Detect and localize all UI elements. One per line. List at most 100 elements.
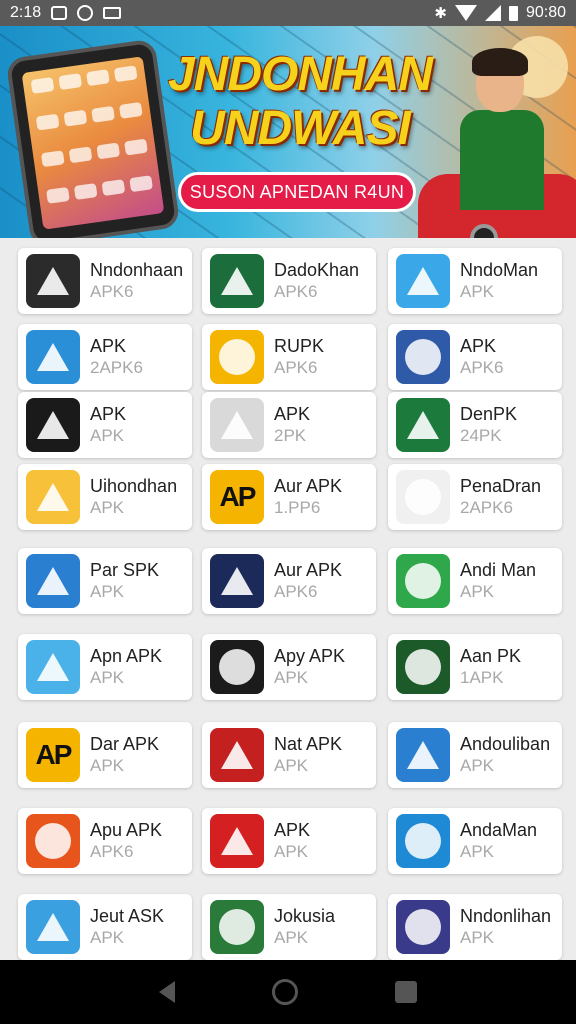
app-card[interactable]: APK 2PK [202, 392, 376, 458]
triangle-logo-icon [221, 267, 253, 295]
app-card[interactable]: Nndonlihan APK [388, 894, 562, 960]
app-name: Apy APK [274, 646, 346, 666]
app-card[interactable]: DadoKhan APK6 [202, 248, 376, 314]
app-card[interactable]: Aur APK APK6 [202, 548, 376, 614]
app-card[interactable]: Apn APK APK [18, 634, 192, 700]
app-card[interactable]: APK 2APK6 [18, 324, 192, 390]
app-icon[interactable] [210, 254, 264, 308]
person-illustration [448, 48, 548, 234]
app-icon[interactable] [26, 398, 80, 452]
app-card[interactable]: Par SPK APK [18, 548, 192, 614]
app-icon[interactable] [26, 814, 80, 868]
app-card[interactable]: Aan PK 1APK [388, 634, 562, 700]
app-card[interactable]: DenPK 24PK [388, 392, 562, 458]
app-card[interactable]: Apy APK APK [202, 634, 376, 700]
navigation-bar [0, 960, 576, 1024]
app-icon[interactable]: AP [210, 470, 264, 524]
app-icon[interactable] [26, 640, 80, 694]
app-name: Andi Man [460, 560, 537, 580]
sync-icon [77, 5, 94, 21]
app-card[interactable]: AP Aur APK 1.PP6 [202, 464, 376, 530]
app-card[interactable]: APK APK6 [388, 324, 562, 390]
banner-cta-button[interactable]: SUSON APNEDAN R4UN [178, 172, 416, 212]
app-card[interactable]: APK APK [202, 808, 376, 874]
app-subtitle: APK [274, 756, 309, 775]
app-grid: Nndonhaan APK6 DadoKhan APK6 NndoMan APK APK 2A… [0, 238, 576, 960]
app-text: APK APK [90, 404, 126, 446]
app-text: APK 2PK [274, 404, 310, 446]
triangle-logo-icon [37, 267, 69, 295]
app-icon[interactable] [396, 254, 450, 308]
app-card[interactable]: Jeut ASK APK [18, 894, 192, 960]
app-card[interactable]: Nndonhaan APK6 [18, 248, 192, 314]
app-subtitle: 2APK6 [460, 498, 513, 517]
app-text: APK APK [274, 820, 310, 862]
triangle-logo-icon [37, 483, 69, 511]
app-subtitle: APK [460, 756, 495, 775]
app-icon[interactable] [210, 728, 264, 782]
app-text: Dar APK APK [90, 734, 159, 776]
app-subtitle: APK [460, 582, 495, 601]
app-card[interactable]: Jokusia APK [202, 894, 376, 960]
circle-logo-icon [219, 909, 255, 945]
app-icon[interactable] [210, 900, 264, 954]
app-icon[interactable] [26, 900, 80, 954]
circle-logo-icon [219, 339, 255, 375]
recent-apps-icon[interactable] [395, 981, 418, 1003]
triangle-logo-icon [37, 653, 69, 681]
app-card[interactable]: Apu APK APK6 [18, 808, 192, 874]
app-card[interactable]: Uihondhan APK [18, 464, 192, 530]
app-subtitle: 2PK [274, 426, 307, 445]
app-icon[interactable] [210, 814, 264, 868]
app-icon[interactable] [210, 330, 264, 384]
app-card[interactable]: Andi Man APK [388, 548, 562, 614]
app-icon[interactable] [396, 398, 450, 452]
app-icon[interactable] [210, 554, 264, 608]
app-icon[interactable] [26, 470, 80, 524]
circle-logo-icon [405, 339, 441, 375]
app-icon[interactable] [396, 470, 450, 524]
app-card[interactable]: Andouliban APK [388, 722, 562, 788]
banner-title-line1: JNDONHAN [167, 48, 433, 101]
back-icon[interactable] [158, 981, 175, 1003]
app-card[interactable]: RUPK APK6 [202, 324, 376, 390]
home-icon[interactable] [271, 979, 298, 1005]
app-icon[interactable] [396, 330, 450, 384]
battery-level: 90:80 [525, 4, 566, 21]
app-icon[interactable] [210, 640, 264, 694]
app-card[interactable]: AP Dar APK APK [18, 722, 192, 788]
app-name: Aur APK [274, 476, 343, 496]
promo-banner[interactable]: JNDONHAN UNDWASI SUSON APNEDAN R4UN [0, 26, 576, 238]
app-text: Nndonhaan APK6 [90, 260, 183, 302]
triangle-logo-icon [221, 827, 253, 855]
app-subtitle: APK [460, 928, 495, 947]
app-icon[interactable] [26, 330, 80, 384]
app-icon[interactable] [26, 254, 80, 308]
app-card[interactable]: NndoMan APK [388, 248, 562, 314]
app-icon[interactable] [26, 554, 80, 608]
app-icon[interactable] [396, 728, 450, 782]
app-icon[interactable]: AP [26, 728, 80, 782]
triangle-logo-icon [407, 411, 439, 439]
banner-title: JNDONHAN UNDWASI [150, 48, 450, 156]
app-name: APK [460, 336, 497, 356]
app-card[interactable]: AndaMan APK [388, 808, 562, 874]
app-card[interactable]: PenaDran 2APK6 [388, 464, 562, 530]
circle-logo-icon [405, 479, 441, 515]
app-name: Nndonlihan [460, 906, 552, 926]
app-text: Aur APK 1.PP6 [274, 476, 342, 518]
app-text: Apn APK APK [90, 646, 162, 688]
app-icon[interactable] [210, 398, 264, 452]
app-name: APK [274, 404, 311, 424]
app-card[interactable]: APK APK [18, 392, 192, 458]
app-icon[interactable] [396, 900, 450, 954]
triangle-logo-icon [407, 267, 439, 295]
ap-logo-icon: AP [35, 739, 73, 770]
app-icon[interactable] [396, 554, 450, 608]
app-name: Nat APK [274, 734, 343, 754]
app-icon[interactable] [396, 814, 450, 868]
app-name: Apu APK [90, 820, 163, 840]
app-icon[interactable] [396, 640, 450, 694]
app-card[interactable]: Nat APK APK [202, 722, 376, 788]
circle-logo-icon [405, 563, 441, 599]
